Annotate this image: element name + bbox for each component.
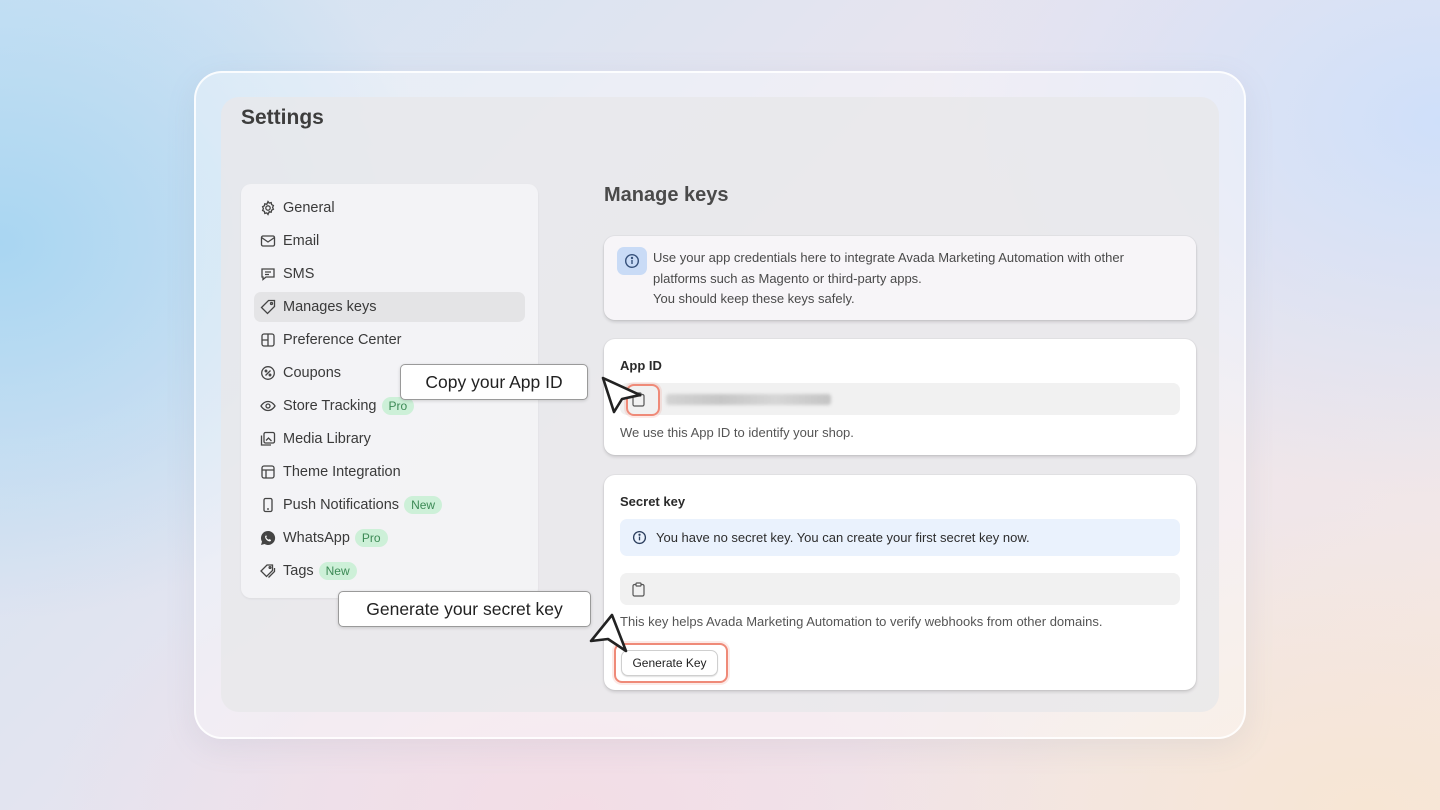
- sidebar-item-label: Preference Center: [283, 332, 402, 348]
- sidebar-item-whatsapp[interactable]: WhatsApp Pro: [254, 523, 525, 553]
- sidebar-item-label: Manages keys: [283, 299, 377, 315]
- sidebar-item-label: General: [283, 200, 335, 216]
- info-line: platforms such as Magento or third-party…: [653, 270, 922, 286]
- cursor-arrow-icon: [601, 376, 642, 414]
- sidebar-item-media-library[interactable]: Media Library: [254, 424, 525, 454]
- mobile-icon: [260, 497, 276, 513]
- new-badge: New: [318, 562, 357, 580]
- app-id-help: We use this App ID to identify your shop…: [620, 425, 854, 440]
- sidebar-item-theme-integration[interactable]: Theme Integration: [254, 457, 525, 487]
- sidebar-item-label: Email: [283, 233, 320, 249]
- section-title: Manage keys: [604, 184, 729, 206]
- sidebar-item-label: Tags: [283, 563, 314, 579]
- app-id-card: App ID We use this App ID to identify yo…: [604, 339, 1196, 455]
- masked-app-id: [666, 394, 831, 405]
- sidebar-item-preference-center[interactable]: Preference Center: [254, 325, 525, 355]
- app-id-field[interactable]: [620, 383, 1180, 415]
- copy-icon[interactable]: [628, 579, 648, 599]
- secret-key-field[interactable]: [620, 573, 1180, 605]
- sidebar-item-label: SMS: [283, 266, 315, 282]
- callout-generate-secret: Generate your secret key: [338, 591, 591, 627]
- info-line: You should keep these keys safely.: [653, 291, 855, 306]
- tags-icon: [260, 563, 276, 579]
- sidebar-item-label: Theme Integration: [283, 464, 401, 480]
- cursor-arrow-icon: [589, 613, 628, 653]
- callout-copy-app-id: Copy your App ID: [400, 364, 588, 400]
- new-badge: New: [404, 496, 443, 514]
- sidebar-item-label: Store Tracking: [283, 398, 377, 414]
- sidebar-item-label: Push Notifications: [283, 497, 400, 513]
- whatsapp-icon: [260, 530, 276, 546]
- info-icon: [632, 530, 647, 545]
- layout-icon: [260, 464, 276, 480]
- pro-badge: Pro: [354, 529, 388, 547]
- sidebar-item-tags[interactable]: Tags New: [254, 556, 525, 586]
- discount-icon: [260, 365, 276, 381]
- info-line: Use your app credentials here to integra…: [653, 250, 1124, 265]
- info-text: Use your app credentials here to integra…: [653, 248, 1173, 310]
- secret-key-notice-text: You have no secret key. You can create y…: [656, 530, 1030, 545]
- images-icon: [260, 431, 276, 447]
- gear-icon: [260, 200, 276, 216]
- preference-icon: [260, 332, 276, 348]
- chat-bubble-icon: [260, 266, 276, 282]
- page-title: Settings: [241, 106, 324, 129]
- sidebar-item-email[interactable]: Email: [254, 226, 525, 256]
- secret-key-notice: You have no secret key. You can create y…: [620, 519, 1180, 556]
- sidebar-item-label: WhatsApp: [283, 530, 350, 546]
- sidebar-item-label: Coupons: [283, 365, 342, 381]
- eye-icon: [260, 398, 276, 414]
- sidebar-item-general[interactable]: General: [254, 193, 525, 223]
- email-icon: [260, 233, 276, 249]
- sidebar-item-label: Media Library: [283, 431, 371, 447]
- sidebar-item-manages-keys[interactable]: Manages keys: [254, 292, 525, 322]
- sidebar-item-push-notifications[interactable]: Push Notifications New: [254, 490, 525, 520]
- app-id-label: App ID: [620, 358, 662, 373]
- tag-icon: [260, 299, 276, 315]
- sidebar-item-sms[interactable]: SMS: [254, 259, 525, 289]
- secret-key-help: This key helps Avada Marketing Automatio…: [620, 614, 1103, 629]
- info-icon: [617, 247, 647, 275]
- secret-key-label: Secret key: [620, 494, 686, 509]
- info-banner: Use your app credentials here to integra…: [604, 236, 1196, 320]
